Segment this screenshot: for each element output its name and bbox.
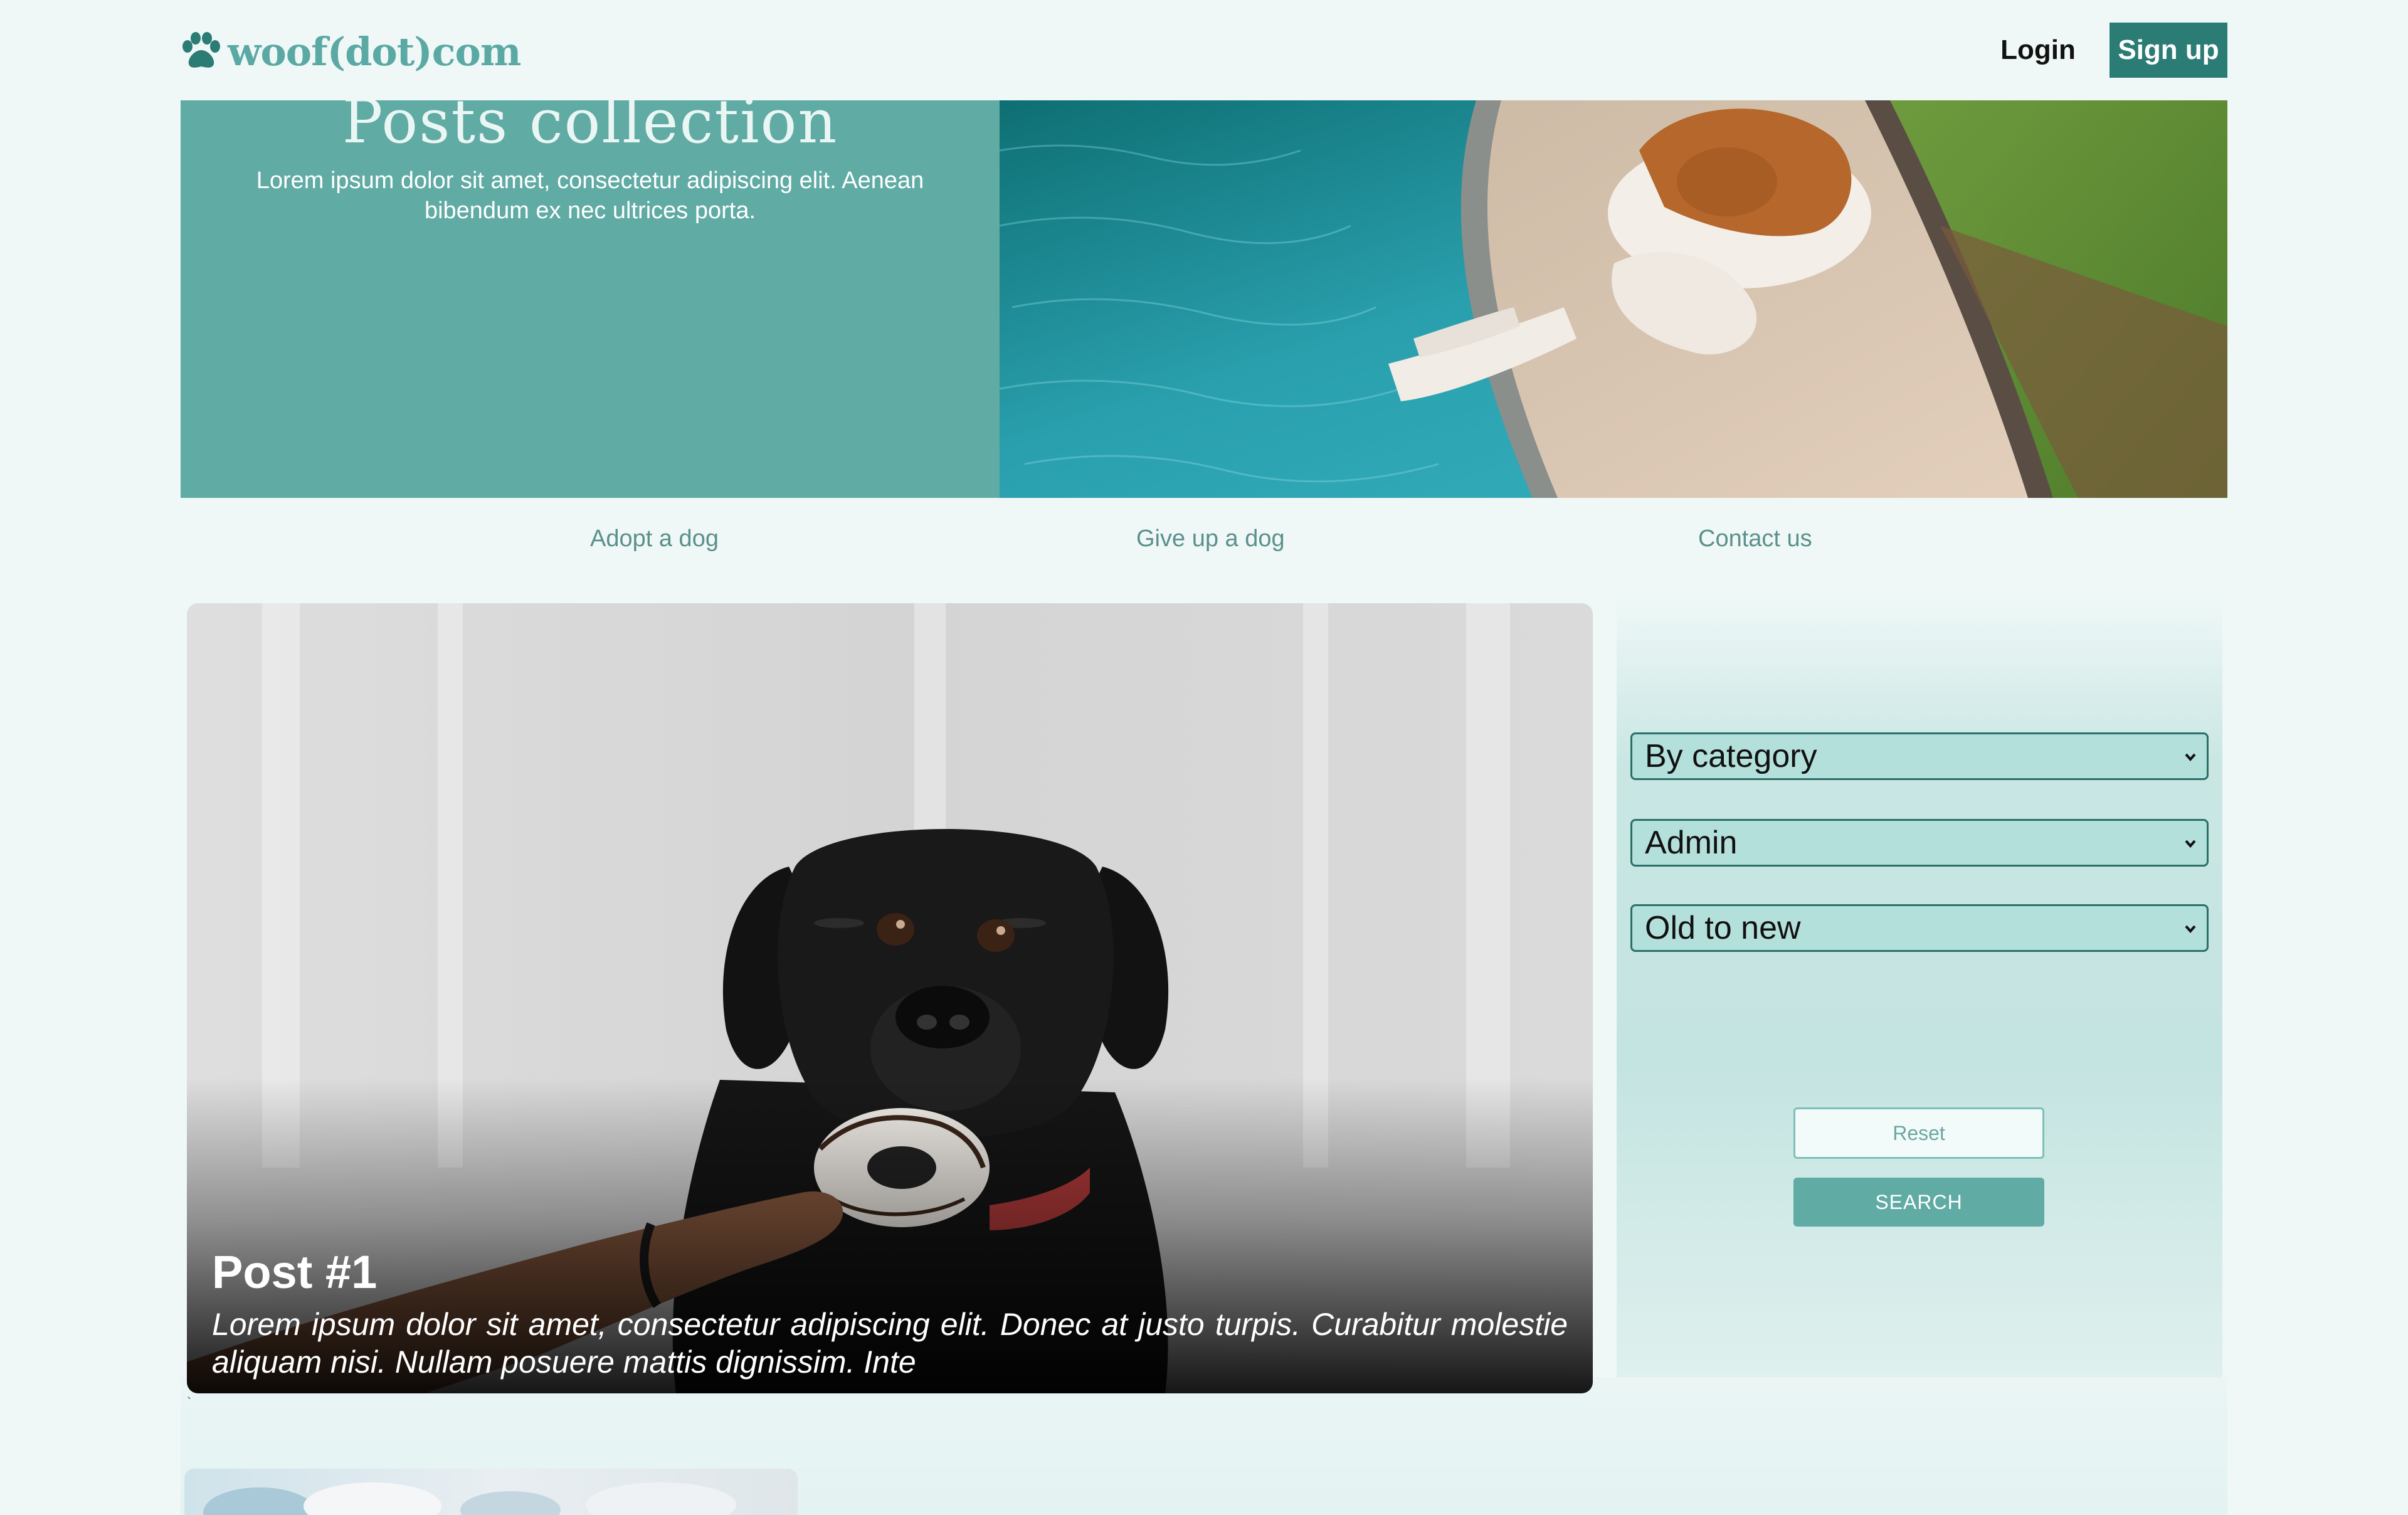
chevron-down-icon [2185, 840, 2196, 848]
post-excerpt: Lorem ipsum dolor sit amet, consectetur … [212, 1307, 1568, 1380]
category-select-value: By category [1645, 738, 1817, 774]
nav-give-up-a-dog[interactable]: Give up a dog [1136, 522, 1285, 556]
reset-button[interactable]: Reset [1793, 1107, 2044, 1159]
chevron-down-icon [2185, 925, 2196, 934]
post-card[interactable]: Post #1 Lorem ipsum dolor sit amet, cons… [187, 603, 1593, 1393]
search-button[interactable]: SEARCH [1793, 1178, 2044, 1227]
hero-image-dog-by-pool [1000, 100, 2227, 498]
paw-icon [182, 32, 220, 68]
author-select[interactable]: Admin [1630, 819, 2209, 867]
stray-mark: ` [187, 1395, 192, 1410]
chevron-down-icon [2185, 753, 2196, 762]
signup-button[interactable]: Sign up [2110, 23, 2227, 78]
hero-banner: Posts collection Lorem ipsum dolor sit a… [181, 100, 1000, 498]
hero-description: Lorem ipsum dolor sit amet, consectetur … [256, 167, 924, 224]
post-image-dog-with-donut [187, 603, 1593, 1393]
author-select-value: Admin [1645, 825, 1738, 861]
post-title: Post #1 [212, 1246, 378, 1298]
nav-contact-us[interactable]: Contact us [1698, 522, 1812, 556]
nav-adopt-a-dog[interactable]: Adopt a dog [590, 522, 719, 556]
sort-select-value: Old to new [1645, 910, 1801, 946]
filter-sidebar: By category Admin Old to new Reset SEARC… [1617, 594, 2222, 1377]
category-select[interactable]: By category [1630, 732, 2209, 780]
post-card-next[interactable] [184, 1469, 798, 1515]
page-title: Posts collection [342, 100, 838, 157]
login-button[interactable]: Login [1969, 23, 2107, 78]
post-image-next [184, 1469, 798, 1515]
logo-text: woof(dot)com [228, 28, 521, 75]
sort-select[interactable]: Old to new [1630, 904, 2209, 952]
site-logo[interactable]: woof(dot)com [180, 28, 521, 75]
